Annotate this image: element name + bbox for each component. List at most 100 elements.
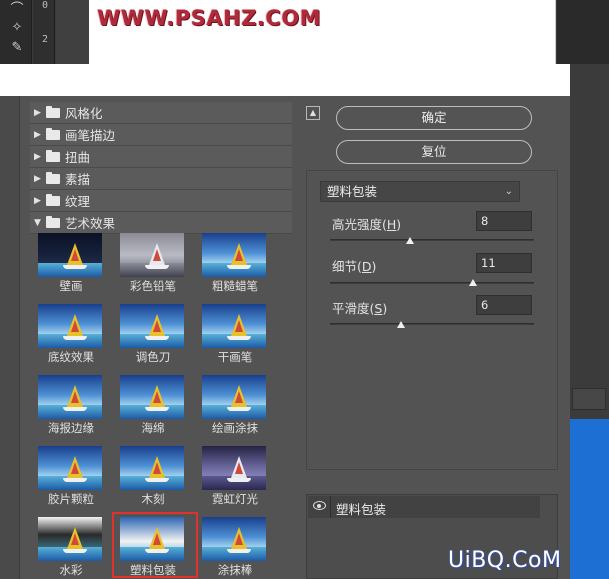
tree-item-label: 风格化 [65,106,103,121]
filter-preview-image [120,233,184,277]
filter-dropdown[interactable]: 塑料包装 ⌄ [320,181,520,202]
ruler-mark: 2 [42,34,49,45]
filter-thumbnail[interactable]: 海报边缘 [30,374,112,440]
detail-slider-track[interactable] [330,282,534,284]
filter-thumbnail-label: 涂抹棒 [217,563,253,577]
selection-frame [112,512,198,578]
tree-item-brush-strokes[interactable]: ▶ 画笔描边 [30,124,292,146]
filter-thumbnail-label: 水彩 [59,563,83,577]
tree-item-label: 扭曲 [65,150,91,165]
psahz-watermark: WWW.PSAHZ.COM [97,6,321,30]
highlight-strength-slider-thumb[interactable] [406,237,414,244]
filter-preview-image [202,517,266,561]
filter-thumbnail-label: 干画笔 [217,350,253,364]
filter-preview-image [38,517,102,561]
filter-preview-image [38,446,102,490]
smoothness-input[interactable] [476,295,532,315]
chevron-right-icon: ▶ [34,195,41,206]
folder-icon [46,127,60,140]
filter-preview-image [202,304,266,348]
lasso-tool-icon[interactable]: ⌒ [8,2,26,18]
filter-thumbnail-label: 壁画 [59,279,83,293]
filter-thumbnail[interactable]: 绘画涂抹 [194,374,276,440]
filter-preview-image [38,304,102,348]
filter-thumbnail-label: 海报边缘 [48,421,94,435]
canvas-pasteboard [56,0,89,64]
filter-thumbnail[interactable]: 海绵 [112,374,194,440]
filter-thumbnail[interactable]: 粗糙蜡笔 [194,232,276,298]
tree-item-label: 素描 [65,172,91,187]
layer-divider [330,496,331,518]
highlight-strength-slider-track[interactable] [330,239,534,241]
folder-icon [46,149,60,162]
chevron-right-icon: ▶ [34,173,41,184]
chevron-right-icon: ▶ [34,129,41,140]
filter-thumbnail-label: 粗糙蜡笔 [212,279,258,293]
filter-thumbnail[interactable]: 干画笔 [194,303,276,369]
filter-thumbnail-label: 霓虹灯光 [212,492,258,506]
tree-item-distort[interactable]: ▶ 扭曲 [30,146,292,168]
filter-preview-image [202,446,266,490]
folder-open-icon [46,215,60,228]
filter-category-tree: ▶ 风格化 ▶ 画笔描边 ▶ 扭曲 ▶ 素描 ▶ 纹理 ▼ 艺术效果 [30,102,292,234]
filter-preview-image [120,446,184,490]
desktop-blue-area [570,419,609,579]
filter-thumbnail[interactable]: 底纹效果 [30,303,112,369]
filter-thumbnail-label: 调色刀 [135,350,171,364]
filter-thumbnail[interactable]: 塑料包装 [112,512,198,579]
smoothness-slider-track[interactable] [330,323,534,325]
filter-preview-image [202,375,266,419]
filter-preview-image [38,375,102,419]
filter-thumbnail[interactable]: 彩色铅笔 [112,232,194,298]
highlight-strength-label: 高光强度(H) [332,217,402,232]
filter-thumbnail[interactable]: 壁画 [30,232,112,298]
highlight-strength-input[interactable] [476,211,532,231]
filter-thumbnail-label: 底纹效果 [48,350,94,364]
tree-item-texture[interactable]: ▶ 纹理 [30,190,292,212]
tools-panel: ⌒ ✧ ✎ [0,0,32,64]
vertical-ruler: 0 2 [33,0,55,64]
filter-thumbnail[interactable]: 霓虹灯光 [194,445,276,511]
tree-item-label: 艺术效果 [65,216,116,231]
detail-label: 细节(D) [332,259,377,274]
tree-item-artistic[interactable]: ▼ 艺术效果 [30,212,292,234]
magic-wand-tool-icon[interactable]: ✧ [8,20,26,36]
preview-area [0,96,20,579]
detail-slider-thumb[interactable] [468,279,477,286]
reset-button[interactable]: 复位 [336,140,532,164]
filter-preview-image [120,375,184,419]
folder-icon [46,171,60,184]
folder-icon [46,105,60,118]
filter-preview-image [202,233,266,277]
chevron-down-icon: ▼ [34,217,41,228]
filter-thumbnail[interactable]: 调色刀 [112,303,194,369]
effect-layer-name: 塑料包装 [336,502,387,517]
filter-thumbnail-label: 木刻 [141,492,165,506]
ok-button[interactable]: 确定 [336,106,532,130]
filter-thumbnail[interactable]: 胶片颗粒 [30,445,112,511]
filter-thumbnail[interactable]: 水彩 [30,516,112,579]
filter-thumbnail-label: 胶片颗粒 [48,492,94,506]
tree-item-stylize[interactable]: ▶ 风格化 [30,102,292,124]
uibq-watermark: UiBQ.CoM [448,548,562,573]
collapse-gallery-button[interactable]: ▲ [306,106,320,120]
smoothness-slider-thumb[interactable] [397,321,406,328]
filter-thumbnail[interactable]: 涂抹棒 [194,516,276,579]
filter-dropdown-value: 塑料包装 [327,184,378,199]
chevron-down-icon: ⌄ [504,186,513,197]
dialog-title-bar [0,64,570,96]
chevron-right-icon: ▶ [34,107,41,118]
eye-icon[interactable] [313,501,326,510]
background-side-panel [570,64,609,579]
chevron-right-icon: ▶ [34,151,41,162]
filter-thumbnail-label: 海绵 [141,421,165,435]
filter-thumbnail-label: 彩色铅笔 [130,279,176,293]
tree-item-sketch[interactable]: ▶ 素描 [30,168,292,190]
filter-preview-image [38,233,102,277]
eyedropper-tool-icon[interactable]: ✎ [8,40,26,56]
filter-thumbnail[interactable]: 木刻 [112,445,194,511]
filter-preview-image [120,304,184,348]
panel-scroll-control[interactable] [572,388,606,410]
document-canvas: WWW.PSAHZ.COM [89,0,556,64]
detail-input[interactable] [476,253,532,273]
